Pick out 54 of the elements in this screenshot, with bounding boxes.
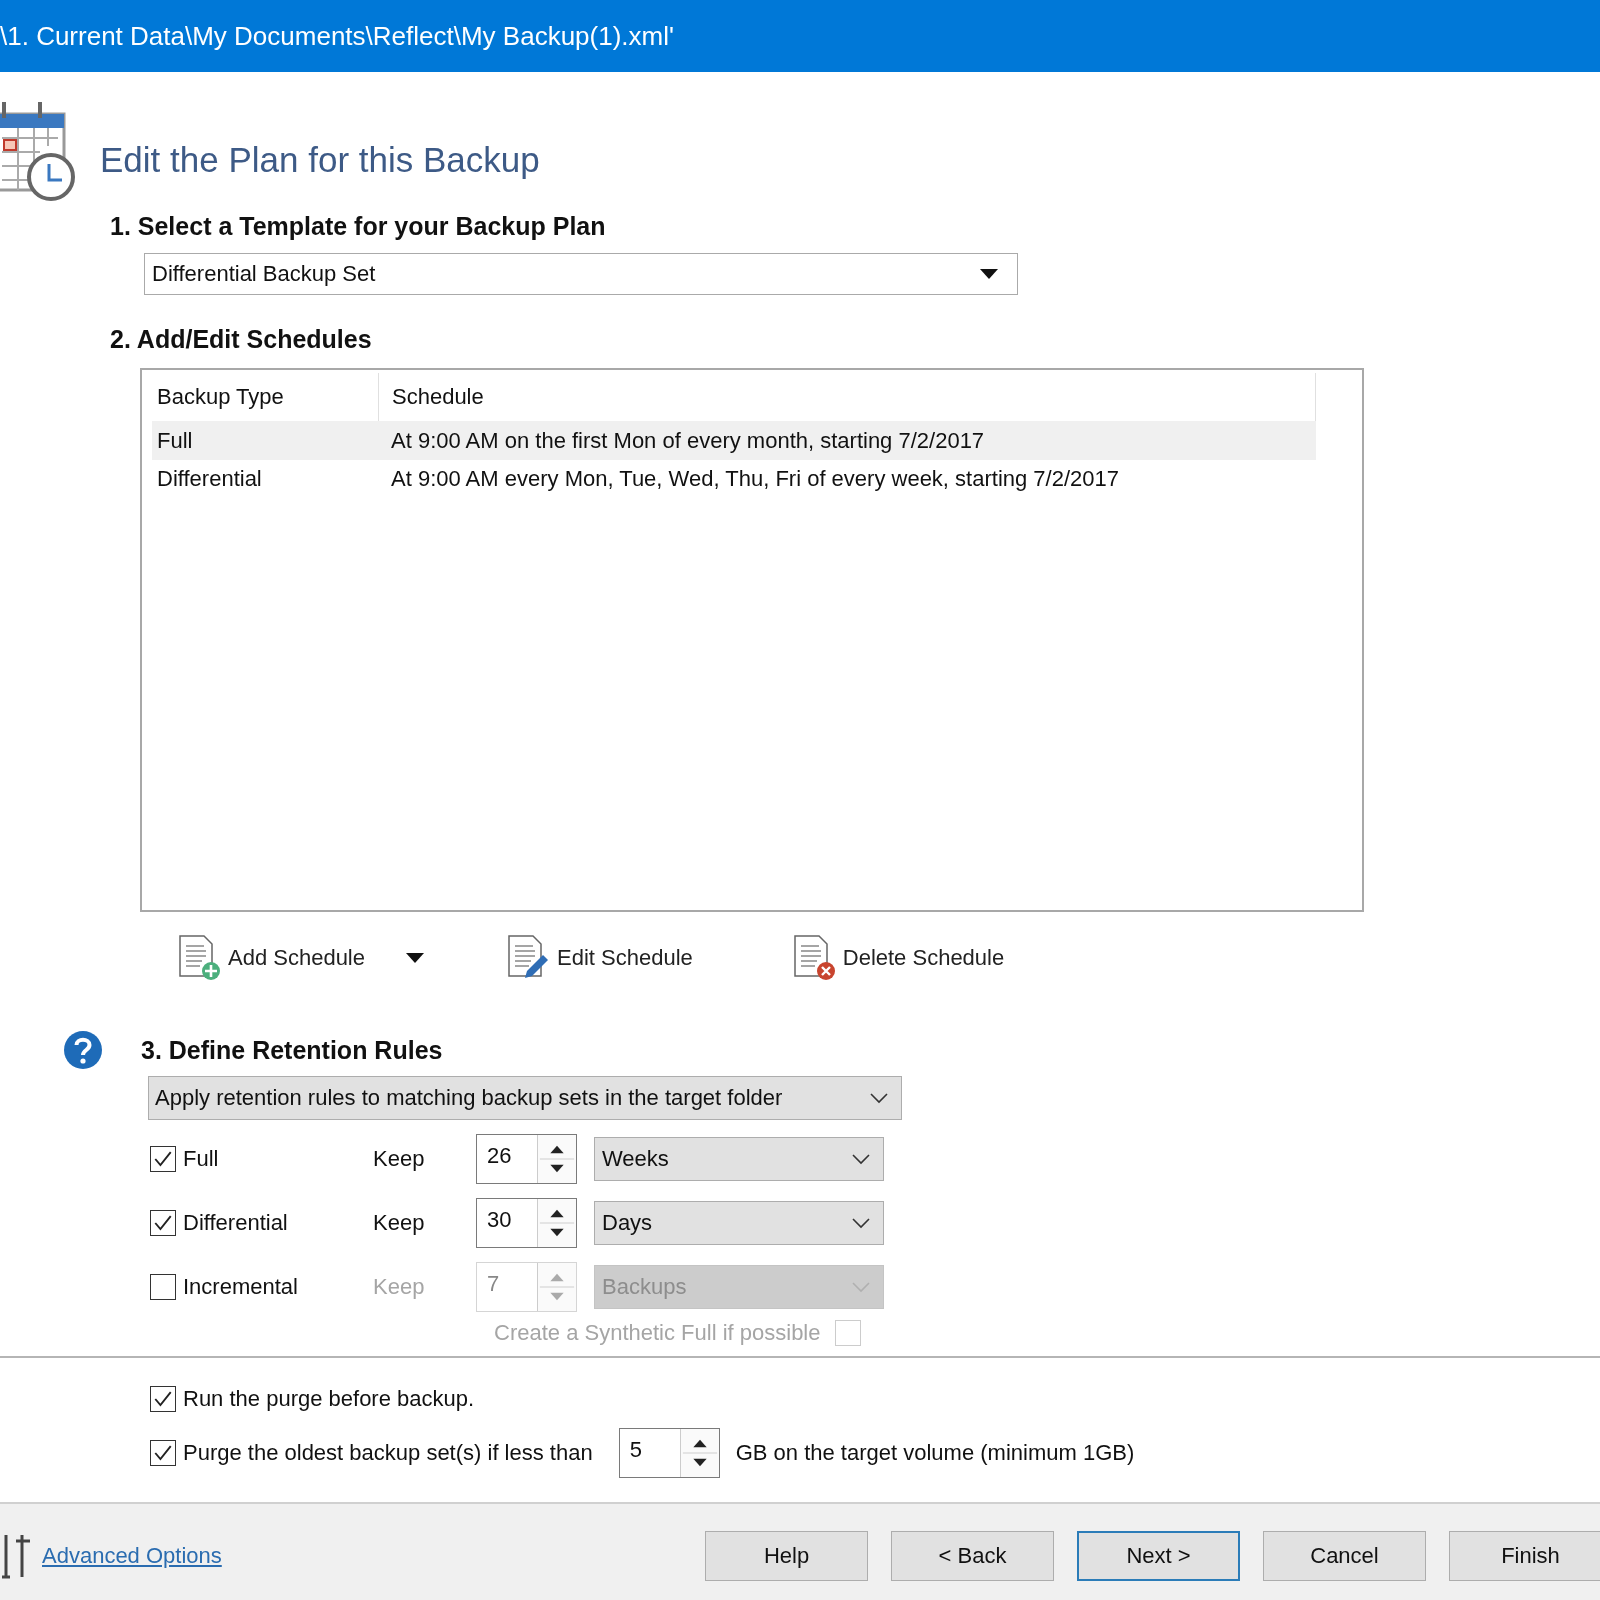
keep-label: Keep	[373, 1274, 426, 1300]
page-heading: Edit the Plan for this Backup	[100, 140, 540, 180]
table-cell-text: Differential	[156, 466, 263, 492]
checkbox-label: Differential	[183, 1210, 289, 1236]
settings-sliders-icon	[0, 1533, 32, 1579]
table-cell-text: Full	[156, 428, 194, 454]
add-schedule-button[interactable]: Add Schedule	[178, 934, 425, 982]
keep-label: Keep	[373, 1146, 426, 1172]
dialog-button[interactable]: Finish	[1449, 1531, 1600, 1581]
advanced-options-link[interactable]: Advanced Options	[42, 1543, 222, 1569]
delete-schedule-button[interactable]: Delete Schedule	[792, 934, 1005, 982]
number-spinner[interactable]: 26	[476, 1134, 577, 1184]
table-cell-text: At 9:00 AM every Mon, Tue, Wed, Thu, Fri of every week, starting 7/2/2017	[390, 466, 1119, 492]
number-spinner[interactable]: 5	[618, 1428, 720, 1478]
column-header[interactable]: Backup Type	[152, 373, 379, 421]
help-icon[interactable]	[63, 1030, 103, 1070]
dialog-button[interactable]: Cancel	[1263, 1531, 1426, 1581]
checkbox[interactable]	[150, 1386, 176, 1412]
template-dropdown[interactable]: Differential Backup Set	[144, 253, 1018, 295]
section-title: 2. Add/Edit Schedules	[110, 325, 373, 354]
schedule-row[interactable]: Differential At 9:00 AM every Mon, Tue, Wed, Thu, Fri of every week, starting 7/2/2017	[152, 460, 1316, 498]
checkbox[interactable]	[150, 1440, 176, 1466]
chevron-icon	[851, 1281, 871, 1293]
chevron-icon	[851, 1153, 871, 1165]
add-document-icon	[178, 934, 222, 982]
number-spinner[interactable]: 30	[476, 1198, 577, 1248]
delete-document-icon	[792, 934, 837, 982]
table-cell-text: At 9:00 AM on the first Mon of every month, starting 7/2/2017	[390, 428, 985, 454]
checkbox[interactable]	[150, 1146, 176, 1172]
caret-icon	[405, 952, 425, 964]
checkbox-label: Run the purge before backup.	[183, 1386, 475, 1412]
dialog-button[interactable]: < Back	[891, 1531, 1054, 1581]
section-title: 1. Select a Template for your Backup Plan	[110, 212, 607, 241]
retention-mode-dropdown[interactable]: Apply retention rules to matching backup sets in the target folder	[148, 1076, 902, 1120]
chevron-icon	[851, 1217, 871, 1229]
calendar-clock-icon	[0, 100, 78, 202]
schedule-row[interactable]: Full At 9:00 AM on the first Mon of every month, starting 7/2/2017	[152, 422, 1316, 460]
window-title: \1. Current Data\My Documents\Reflect\My Backup(1).xml'	[0, 20, 675, 53]
checkbox-label: Full	[183, 1146, 220, 1172]
unit-dropdown[interactable]: Weeks	[594, 1137, 884, 1181]
checkbox-label: Create a Synthetic Full if possible	[494, 1320, 821, 1346]
keep-label: Keep	[373, 1210, 426, 1236]
dialog-button[interactable]: Help	[705, 1531, 868, 1581]
unit-label: GB on the target volume (minimum 1GB)	[735, 1440, 1135, 1466]
caret-icon	[979, 268, 999, 280]
edit-schedule-button[interactable]: Edit Schedule	[507, 934, 693, 982]
checkbox[interactable]	[150, 1210, 176, 1236]
unit-dropdown[interactable]: Days	[594, 1201, 884, 1245]
chevron-icon	[869, 1092, 889, 1104]
dialog-button[interactable]: Next >	[1077, 1531, 1240, 1581]
checkbox-label: Incremental	[183, 1274, 299, 1300]
section-title: 3. Define Retention Rules	[141, 1035, 443, 1065]
column-header[interactable]: Schedule	[379, 373, 1316, 421]
checkbox-label: Purge the oldest backup set(s) if less than	[183, 1440, 593, 1466]
